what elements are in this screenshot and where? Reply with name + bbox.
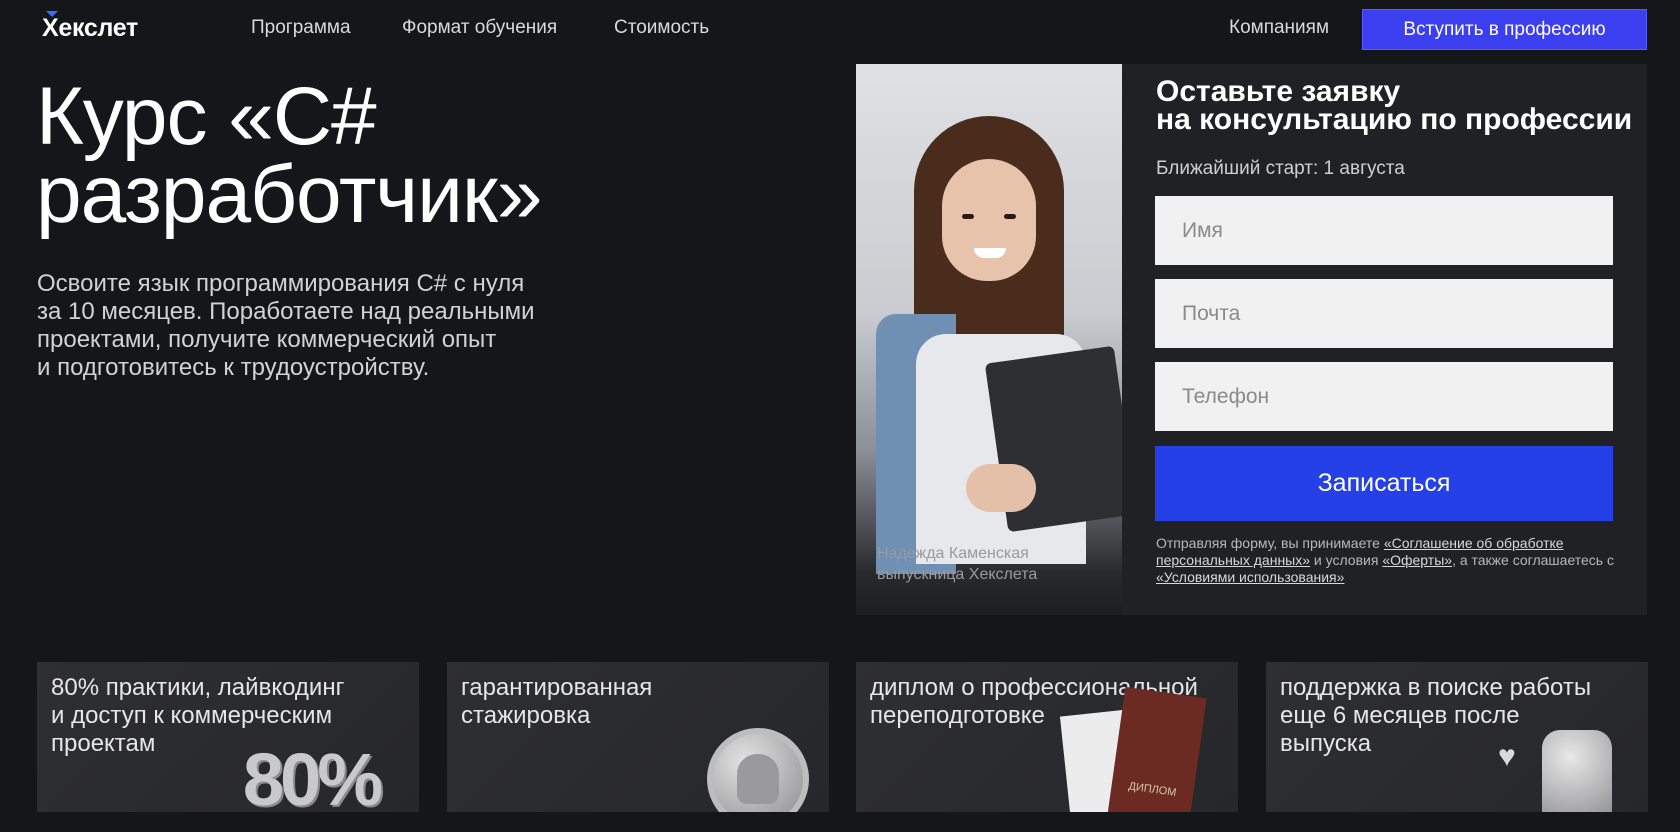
feature-card-text: гарантированная стажировка (461, 674, 821, 730)
logo[interactable]: Хекслет (42, 11, 138, 43)
feature-card-line: 80% практики, лайвкодинг (51, 674, 345, 701)
page-title-line2: разработчик» (36, 149, 542, 240)
feature-card-line: проектам (51, 730, 156, 757)
legal-mid2: , а также соглашаетесь с (1452, 552, 1614, 568)
hero-description: Освоите язык программирования C# с нуля … (37, 270, 597, 382)
hero-description-line: проектами, получите коммерческий опыт (37, 326, 497, 353)
feature-card-line: стажировка (461, 702, 591, 729)
hero-description-line: и подготовитесь к трудоустройству. (37, 354, 430, 381)
heart-icon: ♥ (1498, 740, 1516, 773)
site-header: Хекслет Программа Формат обучения Стоимо… (0, 0, 1680, 58)
nav-format[interactable]: Формат обучения (402, 17, 557, 39)
photo-face-shape (942, 159, 1036, 281)
hero-description-line: Освоите язык программирования C# с нуля (37, 270, 525, 297)
photo-caption-name: Надежда Каменская (877, 545, 1029, 562)
terms-link[interactable]: «Условиями использования» (1156, 569, 1344, 585)
nav-program[interactable]: Программа (251, 17, 351, 39)
phone-field[interactable] (1155, 362, 1613, 431)
legal-mid: и условия (1310, 552, 1383, 568)
form-title: Оставьте заявку на консультацию по профе… (1156, 77, 1636, 136)
feature-card-diploma: диплом о профессиональной переподготовке… (856, 662, 1238, 812)
submit-button[interactable]: Записаться (1155, 446, 1613, 521)
photo-eye-shape (1004, 214, 1016, 219)
graduate-photo (856, 64, 1122, 615)
feature-card-line: еще 6 месяцев после (1280, 702, 1520, 729)
feature-card-line: гарантированная (461, 674, 653, 701)
photo-caption: Надежда Каменская выпускница Хекслета (877, 543, 1117, 585)
nav-companies[interactable]: Компаниям (1229, 17, 1329, 39)
form-title-line2: на консультацию по профессии (1156, 103, 1633, 136)
name-field[interactable] (1155, 196, 1613, 265)
join-profession-button[interactable]: Вступить в профессию (1362, 9, 1647, 50)
hero-description-line: за 10 месяцев. Поработаете над реальными (37, 298, 535, 325)
photo-smile-shape (974, 248, 1006, 258)
github-octocat-icon (707, 728, 809, 812)
photo-caption-role: выпускница Хекслета (877, 566, 1038, 583)
photo-hand-shape (966, 464, 1036, 512)
feature-card-internship: гарантированная стажировка (447, 662, 829, 812)
logo-text: Хекслет (42, 14, 138, 42)
feature-card-job-support: поддержка в поиске работы еще 6 месяцев … (1266, 662, 1648, 812)
percent-80-graphic: 80% (242, 738, 383, 812)
page-title: Курс «C# разработчик» (36, 76, 796, 236)
feature-card-line: выпуска (1280, 730, 1372, 757)
diploma-graphic: ДИПЛОМ (1107, 686, 1207, 812)
nav-price[interactable]: Стоимость (614, 17, 709, 39)
diploma-label: ДИПЛОМ (1127, 780, 1178, 799)
feature-card-line: переподготовке (870, 702, 1045, 729)
feature-card-practice: 80% практики, лайвкодинг и доступ к комм… (37, 662, 419, 812)
thumbs-up-icon (1542, 730, 1612, 812)
offer-link[interactable]: «Оферты» (1382, 552, 1452, 568)
feature-card-line: и доступ к коммерческим (51, 702, 333, 729)
legal-prefix: Отправляя форму, вы принимаете (1156, 535, 1384, 551)
email-field[interactable] (1155, 279, 1613, 348)
nearest-start-label: Ближайший старт: 1 августа (1156, 158, 1405, 179)
photo-eye-shape (962, 214, 974, 219)
legal-text: Отправляя форму, вы принимаете «Соглашен… (1156, 535, 1616, 586)
feature-card-line: поддержка в поиске работы (1280, 674, 1592, 701)
